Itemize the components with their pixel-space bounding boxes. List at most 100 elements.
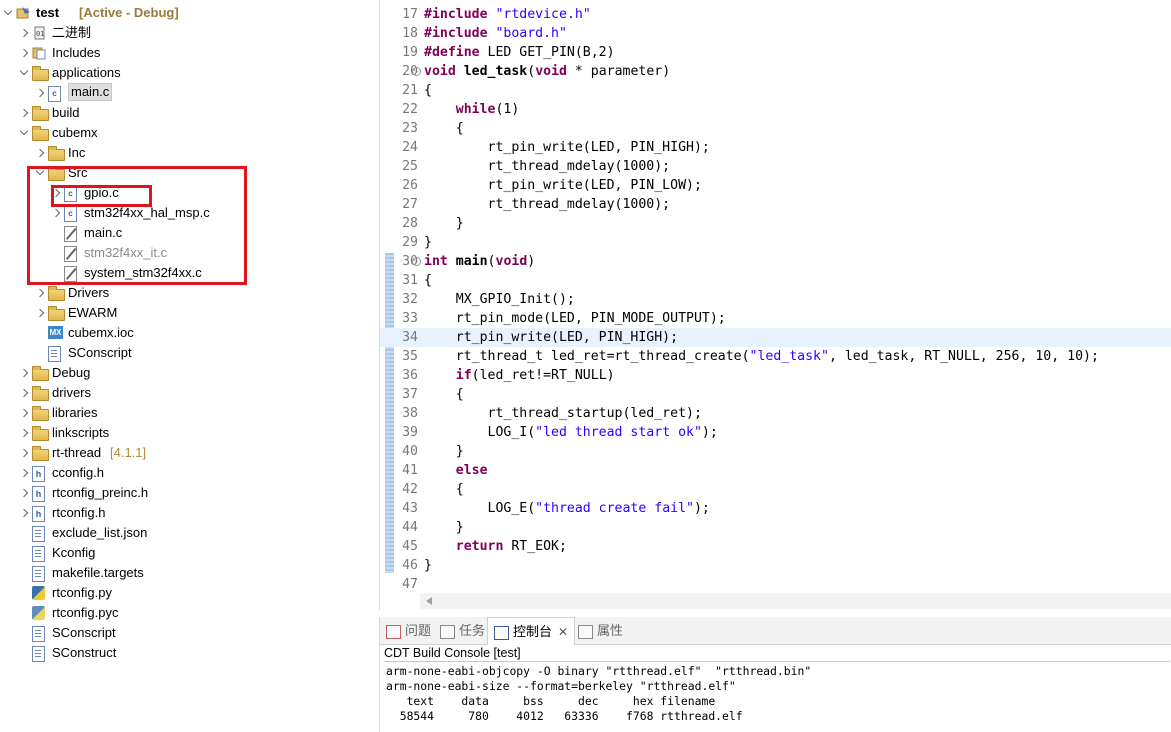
code-line[interactable]: 39 LOG_I("led thread start ok"); [380,423,1171,442]
chevron-down-icon[interactable] [18,63,30,83]
horizontal-scrollbar[interactable] [420,593,1171,609]
code-line[interactable]: 41 else [380,461,1171,480]
folder-icon [32,106,49,121]
chevron-right-icon[interactable] [34,283,46,303]
tree-item[interactable]: MX cubemx.ioc [0,323,375,343]
file-icon [32,626,45,642]
code-line[interactable]: 42 { [380,480,1171,499]
chevron-right-icon[interactable] [18,463,30,483]
tree-item[interactable]: drivers [0,383,375,403]
close-icon[interactable]: ✕ [558,625,568,639]
code-line[interactable]: 19 #define LED GET_PIN(B,2) [380,43,1171,62]
tree-item[interactable]: h rtconfig_preinc.h [0,483,375,503]
code-line[interactable]: 44 } [380,518,1171,537]
project-root[interactable]: test [Active - Debug] [0,3,375,23]
code-line[interactable]: 34 rt_pin_write(LED, PIN_HIGH); [380,328,1171,347]
code-line[interactable]: 36 if(led_ret!=RT_NULL) [380,366,1171,385]
code-line[interactable]: 18 #include "board.h" [380,24,1171,43]
code-line[interactable]: 47 [380,575,1171,594]
code-line[interactable]: 20- void led_task(void * parameter) [380,62,1171,81]
fold-toggle-icon[interactable]: - [412,257,421,266]
tree-item[interactable]: h rtconfig.h [0,503,375,523]
code-line[interactable]: 37 { [380,385,1171,404]
folder-icon [48,146,65,161]
chevron-right-icon[interactable] [18,503,30,523]
chevron-right-icon[interactable] [18,483,30,503]
code-token: (led_ret!=RT_NULL) [471,368,615,383]
chevron-right-icon[interactable] [34,143,46,163]
tree-item[interactable]: SConscript [0,343,375,363]
tree-item[interactable]: Drivers [0,283,375,303]
code-editor[interactable]: 17 #include "rtdevice.h" 18 #include "board… [379,0,1171,610]
tree-item[interactable]: Inc [0,143,375,163]
tree-item[interactable]: rtconfig.pyc [0,603,375,623]
code-line[interactable]: 27 rt_thread_mdelay(1000); [380,195,1171,214]
tree-item-label: main.c [68,83,113,101]
tab-problems[interactable]: 问题 [386,617,431,644]
code-line[interactable]: 30- int main(void) [380,252,1171,271]
keyword-token: #include [424,26,488,41]
tree-item[interactable]: Kconfig [0,543,375,563]
tree-item[interactable]: libraries [0,403,375,423]
tree-item-label: Drivers [68,285,110,300]
tree-item[interactable]: rtconfig.py [0,583,375,603]
tab-properties[interactable]: 属性 [578,617,623,644]
string-token: "led thread start ok" [535,425,702,440]
code-line[interactable]: 17 #include "rtdevice.h" [380,5,1171,24]
chevron-right-icon[interactable] [18,363,30,383]
string-token: "rtdevice.h" [495,7,591,22]
folder-icon [32,126,49,141]
code-line[interactable]: 33 rt_pin_mode(LED, PIN_MODE_OUTPUT); [380,309,1171,328]
tree-item[interactable]: SConstruct [0,643,375,663]
tree-item[interactable]: makefile.targets [0,563,375,583]
tree-item[interactable]: c main.c [0,83,375,103]
tab-console[interactable]: 控制台 ✕ [487,617,576,645]
chevron-right-icon[interactable] [18,423,30,443]
tree-item[interactable]: rt-thread [4.1.1] [0,443,375,463]
code-line[interactable]: 31 { [380,271,1171,290]
chevron-right-icon[interactable] [18,23,30,43]
code-line[interactable]: 23 { [380,119,1171,138]
tree-item[interactable]: applications [0,63,375,83]
tree-item[interactable]: SConscript [0,623,375,643]
code-line[interactable]: 46} [380,556,1171,575]
keyword-token: else [455,463,488,478]
fold-toggle-icon[interactable]: - [412,67,421,76]
chevron-right-icon[interactable] [34,303,46,323]
chevron-right-icon[interactable] [18,443,30,463]
code-line[interactable]: 40 } [380,442,1171,461]
chevron-right-icon[interactable] [34,83,46,103]
tree-item[interactable]: cubemx [0,123,375,143]
tree-item[interactable]: 01 二进制 [0,23,375,43]
tree-item[interactable]: exclude_list.json [0,523,375,543]
line-number: 45 [402,539,418,554]
code-line[interactable]: 38 rt_thread_startup(led_ret); [380,404,1171,423]
chevron-right-icon[interactable] [18,103,30,123]
code-line[interactable]: 32 MX_GPIO_Init(); [380,290,1171,309]
tree-item[interactable]: EWARM [0,303,375,323]
line-number: 33 [402,311,418,326]
tree-item[interactable]: Debug [0,363,375,383]
code-line[interactable]: 26 rt_pin_write(LED, PIN_LOW); [380,176,1171,195]
code-line[interactable]: 22 while(1) [380,100,1171,119]
chevron-right-icon[interactable] [18,383,30,403]
chevron-right-icon[interactable] [18,43,30,63]
code-line[interactable]: 29} [380,233,1171,252]
code-line[interactable]: 43 LOG_E("thread create fail"); [380,499,1171,518]
tree-item[interactable]: linkscripts [0,423,375,443]
tree-item[interactable]: build [0,103,375,123]
code-line[interactable]: 45 return RT_EOK; [380,537,1171,556]
code-line[interactable]: 25 rt_thread_mdelay(1000); [380,157,1171,176]
chevron-down-icon[interactable] [18,123,30,143]
code-line[interactable]: 24 rt_pin_write(LED, PIN_HIGH); [380,138,1171,157]
tab-tasks[interactable]: 任务 [440,617,485,644]
tree-item[interactable]: Includes [0,43,375,63]
console-line: arm-none-eabi-size --format=berkeley "rt… [386,679,736,693]
chevron-down-icon[interactable] [2,3,14,23]
code-line[interactable]: 28 } [380,214,1171,233]
code-line[interactable]: 35 rt_thread_t led_ret=rt_thread_create(… [380,347,1171,366]
excluded-folder-icon [48,306,65,321]
code-line[interactable]: 21 { [380,81,1171,100]
tree-item[interactable]: h cconfig.h [0,463,375,483]
chevron-right-icon[interactable] [18,403,30,423]
